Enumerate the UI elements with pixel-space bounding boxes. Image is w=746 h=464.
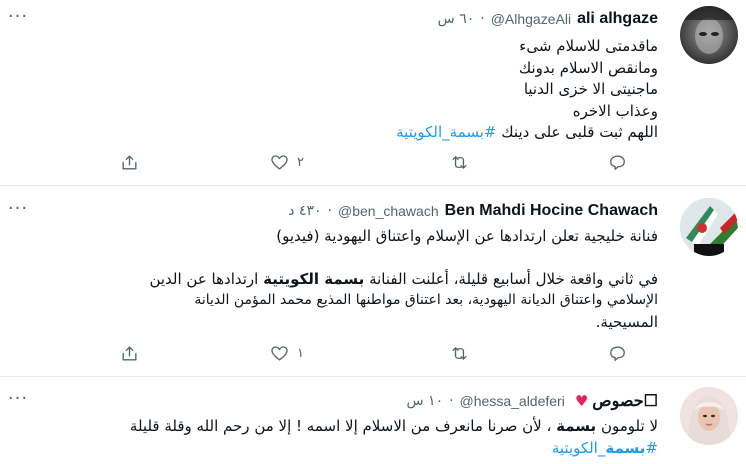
display-name[interactable]: ali alhgaze [577,10,658,28]
avatar-image [680,387,738,445]
like-count: ٢ [297,155,304,170]
hashtag-link[interactable]: #بسمة_الكويتية [552,439,658,457]
tweet-text: لا تلومون بسمة ، لأن صرنا مانعرف من الاس… [8,416,658,459]
reply-icon [610,155,625,170]
tweet-line-text: لا تلومون [600,417,658,435]
avatar[interactable] [680,387,738,445]
retweet-icon [452,347,467,360]
highlighted-term: بسمة الكويتية [263,269,365,288]
avatar[interactable] [680,6,738,64]
tweet-actions: ١ [110,344,636,366]
reply-icon [122,155,137,170]
user-handle[interactable]: @ben_chawach [338,203,439,219]
user-handle[interactable]: @AlhgazeAli [491,11,571,27]
share-button[interactable] [608,344,627,363]
hashtag-bold-part: بسمة [605,438,646,457]
share-button[interactable] [608,153,627,172]
name-box-glyph: ☐ [643,393,658,410]
more-options-icon[interactable]: ··· [6,200,30,220]
display-name[interactable]: Ben Mahdi Hocine Chawach [445,202,658,220]
tweet-line: في ثاني واقعة خلال أسابيع قليلة، أعلنت ا… [14,269,658,291]
more-options-icon[interactable]: ··· [6,390,30,410]
avatar[interactable] [680,198,738,256]
separator-dot: · [327,203,332,219]
tweet-header: ali alhgaze @AlhgazeAli · ٦٠ س [40,8,658,30]
tweet-line-text: ارتدادها عن الدين [149,269,259,288]
reply-button[interactable] [120,153,139,172]
hashtag-rest: _الكويتية [551,438,606,457]
like-icon [271,155,288,170]
retweet-button[interactable] [450,153,469,172]
tweet-line: فنانة خليجية تعلن ارتدادها عن الإسلام وا… [276,227,658,245]
tweet[interactable]: Ben Mahdi Hocine Chawach @ben_chawach · … [0,186,746,377]
display-name-text: حصوص [592,393,644,410]
separator-dot: · [449,393,454,409]
tweet[interactable]: ☐حصوص ♥ @hessa_aldeferi · ١٠ س ··· لا تل… [0,377,746,464]
retweet-button[interactable] [450,344,469,363]
timestamp[interactable]: ١٠ س [407,393,444,409]
tweet-text: ماقدمتى للاسلام شىء ومانقص الاسلام بدونك… [40,36,658,144]
timestamp[interactable]: ٤٣٠ د [288,203,321,219]
avatar-image [680,6,738,54]
tweet[interactable]: ali alhgaze @AlhgazeAli · ٦٠ س ··· ماقدم… [0,0,746,186]
tweet-header: ☐حصوص ♥ @hessa_aldeferi · ١٠ س [40,390,659,412]
reply-button[interactable] [120,344,139,363]
tweet-line-text: في ثاني واقعة خلال أسابيع قليلة، أعلنت ا… [369,269,658,288]
separator-dot: · [480,11,485,27]
tweet-line: وعذاب الاخره [572,101,658,120]
like-count: ١ [297,346,304,361]
tweet-header: Ben Mahdi Hocine Chawach @ben_chawach · … [40,200,658,222]
tweet-line: لا تلومون بسمة ، لأن صرنا مانعرف من الاس… [8,416,658,438]
tweet-actions: ٢ [110,153,636,175]
hashtag-link[interactable]: #بسمة_الكويتية [396,123,496,141]
tweet-text: فنانة خليجية تعلن ارتدادها عن الإسلام وا… [14,226,658,333]
more-options-icon[interactable]: ··· [6,8,30,28]
retweet-icon [452,156,467,169]
display-name[interactable]: ☐حصوص [592,391,658,411]
like-button[interactable]: ٢ [270,153,304,172]
like-icon [271,346,288,361]
user-handle[interactable]: @hessa_aldeferi [460,393,565,409]
flags-avatar-image [680,198,738,256]
timeline-feed: ali alhgaze @AlhgazeAli · ٦٠ س ··· ماقدم… [0,0,746,464]
highlighted-term: بسمة [556,417,597,435]
tweet-line: ماقدمتى للاسلام شىء [519,37,658,55]
tweet-line: المسيحية. [595,312,658,331]
hashtag-symbol: # [645,438,658,457]
like-button[interactable]: ١ [270,344,304,363]
tweet-line: ومانقص الاسلام بدونك [518,58,658,77]
tweet-line: #بسمة_الكويتية [8,438,658,460]
tweet-line-text: اللهم ثبت قلبى على دينك [501,123,658,141]
reply-icon [610,346,625,361]
tweet-line-text: ، لأن صرنا مانعرف من الاسلام إلا اسمه ! … [129,417,552,435]
tweet-line: اللهم ثبت قلبى على دينك #بسمة_الكويتية [40,122,658,144]
share-icon [122,346,137,361]
tweet-line: ماجنيتى الا خزى الدنيا [523,80,658,98]
tweet-line: الإسلامي واعتناق الديانة اليهودية، بعد ا… [194,292,658,308]
red-heart-icon: ♥ [574,392,589,410]
timestamp[interactable]: ٦٠ س [438,11,475,27]
